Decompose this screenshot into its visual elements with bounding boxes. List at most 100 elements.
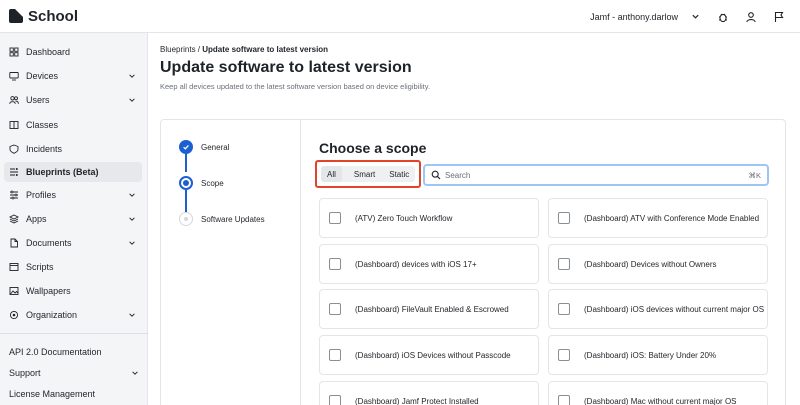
- scope-group-card[interactable]: (Dashboard) devices with iOS 17+: [319, 244, 539, 284]
- sidebar-item-dashboard[interactable]: Dashboard: [4, 42, 142, 62]
- scope-content: Choose a scope All Smart Static ⌘K (ATV)…: [301, 120, 787, 405]
- group-name: (Dashboard) Devices without Owners: [584, 259, 717, 269]
- group-checkbox[interactable]: [558, 258, 570, 270]
- scope-filter-segmented-control: All Smart Static: [321, 166, 415, 182]
- user-icon[interactable]: [744, 10, 758, 24]
- group-name: (Dashboard) ATV with Conference Mode Ena…: [584, 213, 760, 223]
- group-checkbox[interactable]: [558, 395, 570, 405]
- group-name: (Dashboard) Jamf Protect Installed: [355, 396, 479, 405]
- step-scope[interactable]: Scope: [179, 176, 224, 190]
- sidebar-item-apps[interactable]: Apps: [4, 209, 142, 229]
- classes-icon: [9, 120, 19, 130]
- support-link[interactable]: Support: [9, 368, 139, 378]
- sidebar-item-documents[interactable]: Documents: [4, 233, 142, 253]
- step-connector: [185, 190, 187, 212]
- filter-smart-button[interactable]: Smart: [348, 166, 381, 182]
- check-icon: [179, 140, 193, 154]
- group-name: (ATV) Zero Touch Workflow: [355, 213, 453, 223]
- api-documentation-link[interactable]: API 2.0 Documentation: [9, 347, 102, 357]
- step-label: General: [201, 142, 230, 152]
- sidebar-item-label: Organization: [26, 310, 78, 320]
- sidebar-item-label: Scripts: [26, 262, 54, 272]
- main-content: Blueprints / Update software to latest v…: [148, 33, 800, 405]
- sidebar-item-classes[interactable]: Classes: [4, 115, 142, 135]
- chevron-down-icon: [128, 96, 136, 106]
- group-checkbox[interactable]: [329, 395, 341, 405]
- app-logo[interactable]: School: [9, 8, 78, 25]
- sidebar-item-organization[interactable]: Organization: [4, 305, 142, 325]
- filter-static-button[interactable]: Static: [383, 166, 415, 182]
- scope-group-card[interactable]: (Dashboard) iOS Devices without Passcode: [319, 335, 539, 375]
- group-checkbox[interactable]: [329, 303, 341, 315]
- pending-step-icon: [179, 212, 193, 226]
- sidebar-item-label: Dashboard: [26, 47, 71, 57]
- app-name: School: [28, 7, 79, 25]
- sidebar-item-incidents[interactable]: Incidents: [4, 139, 142, 159]
- chevron-down-icon: [128, 239, 136, 249]
- jamf-logo-icon: [9, 9, 23, 23]
- sidebar-item-users[interactable]: Users: [4, 90, 142, 110]
- scope-group-card[interactable]: (ATV) Zero Touch Workflow: [319, 198, 539, 238]
- sidebar-item-label: Users: [26, 95, 50, 105]
- step-label: Software Updates: [201, 214, 265, 224]
- chevron-down-icon: [131, 369, 139, 379]
- breadcrumb: Blueprints / Update software to latest v…: [160, 45, 328, 54]
- dashboard-icon: [9, 47, 19, 57]
- chevron-down-icon: [128, 191, 136, 201]
- scope-group-card[interactable]: (Dashboard) iOS: Battery Under 20%: [548, 335, 768, 375]
- sidebar-item-wallpapers[interactable]: Wallpapers: [4, 281, 142, 301]
- sidebar-item-blueprints[interactable]: Blueprints (Beta): [4, 162, 142, 182]
- group-checkbox[interactable]: [558, 349, 570, 361]
- chevron-down-icon: [128, 311, 136, 321]
- sidebar-item-label: Classes: [26, 120, 59, 130]
- group-checkbox[interactable]: [329, 258, 341, 270]
- sidebar-item-scripts[interactable]: Scripts: [4, 257, 142, 277]
- scope-group-card[interactable]: (Dashboard) Jamf Protect Installed: [319, 381, 539, 405]
- apps-icon: [9, 214, 19, 224]
- search-box: ⌘K: [423, 164, 769, 186]
- scope-group-card[interactable]: (Dashboard) iOS devices without current …: [548, 289, 768, 329]
- step-software-updates[interactable]: Software Updates: [179, 212, 265, 226]
- incidents-icon: [9, 144, 19, 154]
- scope-group-card[interactable]: (Dashboard) Mac without current major OS: [548, 381, 768, 405]
- search-icon: [431, 170, 441, 180]
- group-checkbox[interactable]: [329, 212, 341, 224]
- chevron-down-icon[interactable]: [688, 10, 702, 24]
- sidebar-divider: [0, 333, 148, 334]
- flag-icon[interactable]: [772, 10, 786, 24]
- filter-all-button[interactable]: All: [321, 166, 342, 182]
- scope-group-card[interactable]: (Dashboard) FileVault Enabled & Escrowed: [319, 289, 539, 329]
- sidebar-item-label: Blueprints (Beta): [26, 167, 99, 177]
- group-name: (Dashboard) FileVault Enabled & Escrowed: [355, 304, 509, 314]
- bug-icon[interactable]: [716, 10, 730, 24]
- step-general[interactable]: General: [179, 140, 229, 154]
- scope-title: Choose a scope: [319, 140, 427, 156]
- breadcrumb-current: Update software to latest version: [202, 45, 329, 54]
- account-name[interactable]: Jamf - anthony.darlow: [590, 12, 678, 22]
- license-management-link[interactable]: License Management: [9, 389, 95, 399]
- sidebar-item-profiles[interactable]: Profiles: [4, 185, 142, 205]
- image-icon: [9, 286, 19, 296]
- group-name: (Dashboard) iOS: Battery Under 20%: [584, 350, 717, 360]
- sidebar-item-label: Profiles: [26, 190, 57, 200]
- group-checkbox[interactable]: [558, 303, 570, 315]
- group-checkbox[interactable]: [558, 212, 570, 224]
- search-input[interactable]: [445, 170, 749, 180]
- top-bar: School Jamf - anthony.darlow: [0, 0, 800, 33]
- chevron-down-icon: [128, 215, 136, 225]
- blueprint-wizard-panel: General Scope Software Updates Choose a …: [160, 119, 786, 405]
- step-connector: [185, 154, 187, 172]
- group-checkbox[interactable]: [329, 349, 341, 361]
- scope-group-card[interactable]: (Dashboard) ATV with Conference Mode Ena…: [548, 198, 768, 238]
- scripts-icon: [9, 262, 19, 272]
- sidebar-item-label: Devices: [26, 71, 59, 81]
- sidebar: Dashboard Devices Users Classes Incident…: [0, 33, 148, 405]
- scope-group-card[interactable]: (Dashboard) Devices without Owners: [548, 244, 768, 284]
- sidebar-item-label: Apps: [26, 214, 47, 224]
- page-title: Update software to latest version: [160, 59, 412, 76]
- sidebar-item-label: Documents: [26, 238, 72, 248]
- monitor-icon: [9, 71, 19, 81]
- breadcrumb-parent[interactable]: Blueprints: [160, 45, 196, 54]
- gear-icon: [9, 310, 19, 320]
- sidebar-item-devices[interactable]: Devices: [4, 66, 142, 86]
